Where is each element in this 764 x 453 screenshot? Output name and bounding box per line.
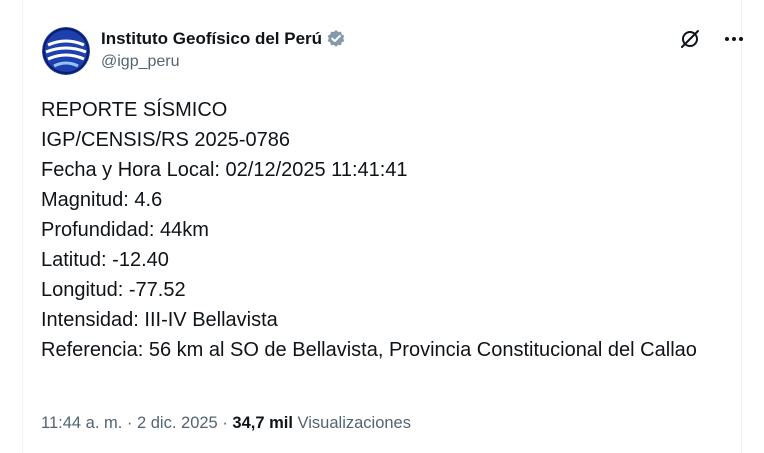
views-label: Visualizaciones xyxy=(297,414,411,432)
avatar[interactable] xyxy=(42,27,90,75)
report-reference: Referencia: 56 km al SO de Bellavista, P… xyxy=(41,339,697,361)
meta-separator: · xyxy=(217,414,233,432)
author-name-row[interactable]: Instituto Geofísico del Perú xyxy=(101,28,346,50)
tweet-text: REPORTE SÍSMICO IGP/CENSIS/RS 2025-0786 … xyxy=(41,95,721,365)
report-longitude: Longitud: -77.52 xyxy=(41,279,186,301)
grok-icon[interactable] xyxy=(678,28,702,50)
report-code: IGP/CENSIS/RS 2025-0786 xyxy=(41,129,291,151)
tweet-meta: 11:44 a. m. · 2 dic. 2025 · 34,7 mil Vis… xyxy=(41,414,411,433)
report-depth: Profundidad: 44km xyxy=(41,219,209,241)
report-intensity: Intensidad: III-IV Bellavista xyxy=(41,309,278,331)
tweet-date[interactable]: 2 dic. 2025 xyxy=(137,414,218,432)
views-count: 34,7 mil xyxy=(232,414,293,432)
author-handle[interactable]: @igp_peru xyxy=(101,53,180,71)
verified-badge-icon xyxy=(326,29,346,49)
tweet-time[interactable]: 11:44 a. m. xyxy=(41,414,122,432)
top-actions xyxy=(678,28,746,50)
more-horizontal-icon[interactable] xyxy=(722,28,746,50)
report-magnitude: Magnitud: 4.6 xyxy=(41,189,163,211)
report-title: REPORTE SÍSMICO xyxy=(41,99,228,121)
report-latitude: Latitud: -12.40 xyxy=(41,249,169,271)
meta-separator: · xyxy=(122,414,137,432)
author-display-name[interactable]: Instituto Geofísico del Perú xyxy=(101,29,322,49)
igp-logo-icon xyxy=(42,27,90,75)
report-datetime: Fecha y Hora Local: 02/12/2025 11:41:41 xyxy=(41,159,408,181)
